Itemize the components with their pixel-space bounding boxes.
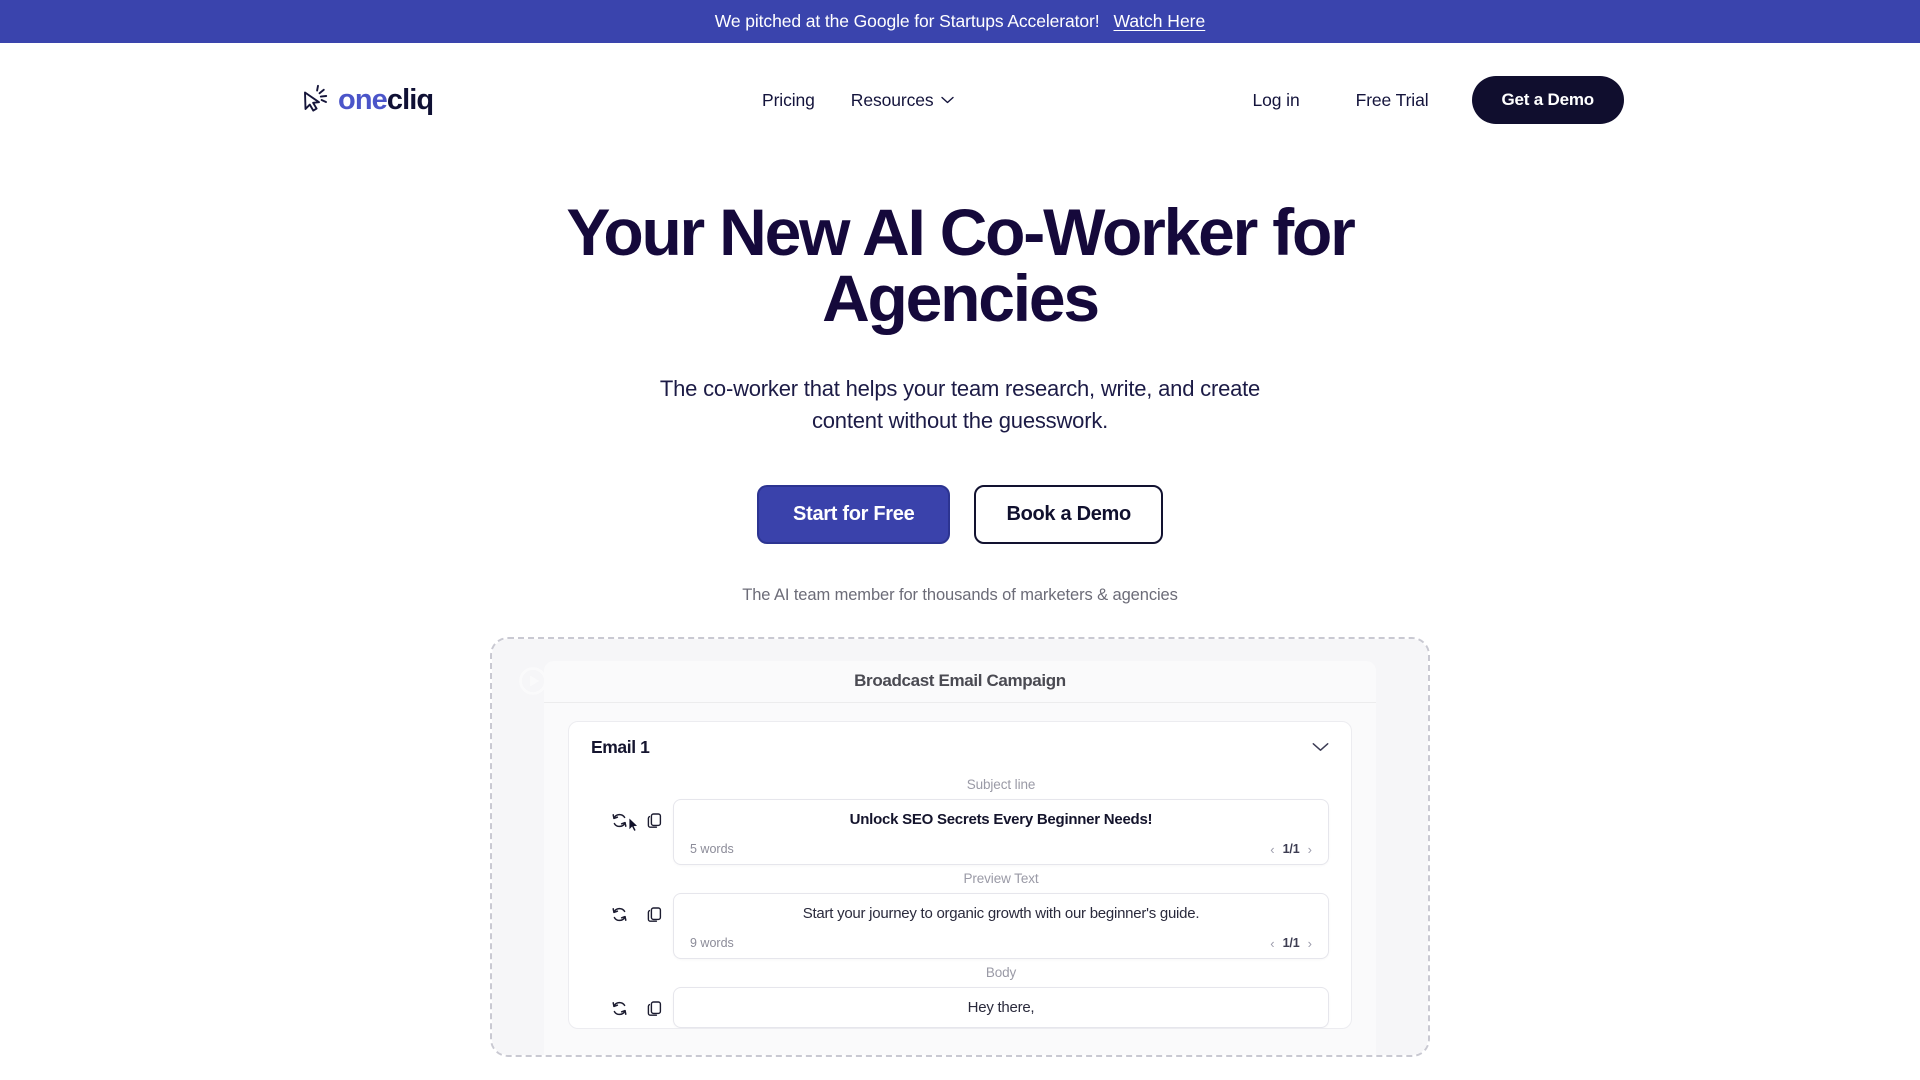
body-input[interactable]: Hey there,	[673, 987, 1329, 1028]
hero-section: Your New AI Co-Worker for Agencies The c…	[0, 131, 1920, 1057]
logo-text-secondary: cliq	[386, 83, 434, 116]
pager-index: 1/1	[1282, 842, 1300, 857]
field-tools	[591, 987, 673, 1017]
field-tools	[591, 893, 673, 923]
page-title: Your New AI Co-Worker for Agencies	[566, 195, 1355, 335]
field-label: Body	[985, 965, 1017, 981]
site-header: onecliq Pricing Resources Log in Free Tr…	[0, 69, 1920, 131]
field-pager[interactable]: ‹ 1/1 ›	[1270, 842, 1312, 856]
email-card: Email 1 Subject line Unlock SEO Secrets …	[568, 720, 1352, 1029]
copy-icon[interactable]	[646, 1000, 663, 1017]
start-for-free-button[interactable]: Start for Free	[757, 484, 951, 544]
refresh-icon[interactable]	[611, 1000, 628, 1017]
free-trial-link[interactable]: Free Trial	[1328, 90, 1457, 111]
logo-text: onecliq	[338, 83, 434, 116]
copy-icon[interactable]	[646, 812, 663, 829]
field-subject-line: Subject line Unlock SEO Secrets Every Be…	[569, 776, 1351, 866]
field-pager[interactable]: ‹ 1/1 ›	[1270, 936, 1312, 950]
hero-subtitle: The co-worker that helps your team resea…	[659, 376, 1261, 433]
pager-index: 1/1	[1282, 936, 1300, 951]
get-a-demo-button[interactable]: Get a Demo	[1471, 76, 1624, 124]
hero-social-proof-note: The AI team member for thousands of mark…	[742, 585, 1178, 604]
nav-item-resources[interactable]: Resources	[851, 90, 954, 111]
logo-text-primary: one	[338, 83, 388, 116]
field-preview-text: Preview Text Start your journey to organ…	[569, 871, 1351, 960]
chevron-down-icon[interactable]	[1312, 742, 1329, 752]
refresh-icon[interactable]	[611, 906, 628, 923]
chevron-down-icon	[940, 96, 954, 104]
pager-next-icon[interactable]: ›	[1308, 937, 1312, 950]
field-word-count: 9 words	[690, 936, 734, 951]
primary-nav: Pricing Resources	[762, 90, 954, 111]
subject-line-input[interactable]: Unlock SEO Secrets Every Beginner Needs!…	[673, 798, 1329, 866]
field-body: Body Hey there,	[569, 965, 1351, 1028]
refresh-icon[interactable]	[611, 812, 628, 829]
email-card-header[interactable]: Email 1	[569, 722, 1351, 771]
app-preview-window: Broadcast Email Campaign Email 1 Subject…	[544, 660, 1376, 1055]
field-value: Unlock SEO Secrets Every Beginner Needs!	[849, 810, 1153, 828]
book-a-demo-button[interactable]: Book a Demo	[974, 484, 1163, 544]
field-label: Preview Text	[963, 871, 1039, 887]
email-card-title: Email 1	[591, 736, 650, 757]
mouse-cursor-icon	[628, 816, 639, 832]
header-actions: Log in Free Trial Get a Demo	[1225, 76, 1624, 124]
announcement-text: We pitched at the Google for Startups Ac…	[714, 11, 1100, 31]
field-tools	[591, 799, 673, 832]
nav-item-resources-label: Resources	[850, 89, 934, 110]
field-word-count: 5 words	[690, 842, 734, 857]
app-topbar: Broadcast Email Campaign	[544, 661, 1376, 703]
app-topbar-title: Broadcast Email Campaign	[854, 671, 1066, 691]
nav-item-pricing[interactable]: Pricing	[762, 90, 815, 111]
field-label: Subject line	[966, 776, 1036, 792]
pager-next-icon[interactable]: ›	[1308, 843, 1312, 856]
demo-video-frame[interactable]: vidzflow Broadcast Email Campaign Email …	[490, 636, 1430, 1057]
announcement-banner: We pitched at the Google for Startups Ac…	[0, 0, 1920, 43]
pager-prev-icon[interactable]: ‹	[1270, 843, 1274, 856]
login-link[interactable]: Log in	[1225, 90, 1328, 111]
logo[interactable]: onecliq	[298, 83, 434, 117]
field-value: Start your journey to organic growth wit…	[802, 905, 1200, 923]
hero-cta-group: Start for Free Book a Demo	[0, 484, 1920, 544]
pager-prev-icon[interactable]: ‹	[1270, 937, 1274, 950]
demo-video-surface[interactable]: vidzflow Broadcast Email Campaign Email …	[492, 638, 1428, 1055]
copy-icon[interactable]	[646, 906, 663, 923]
click-cursor-icon	[298, 83, 332, 117]
preview-text-input[interactable]: Start your journey to organic growth wit…	[673, 893, 1329, 960]
announcement-watch-here-link[interactable]: Watch Here	[1114, 11, 1206, 32]
field-value: Hey there,	[967, 999, 1035, 1017]
